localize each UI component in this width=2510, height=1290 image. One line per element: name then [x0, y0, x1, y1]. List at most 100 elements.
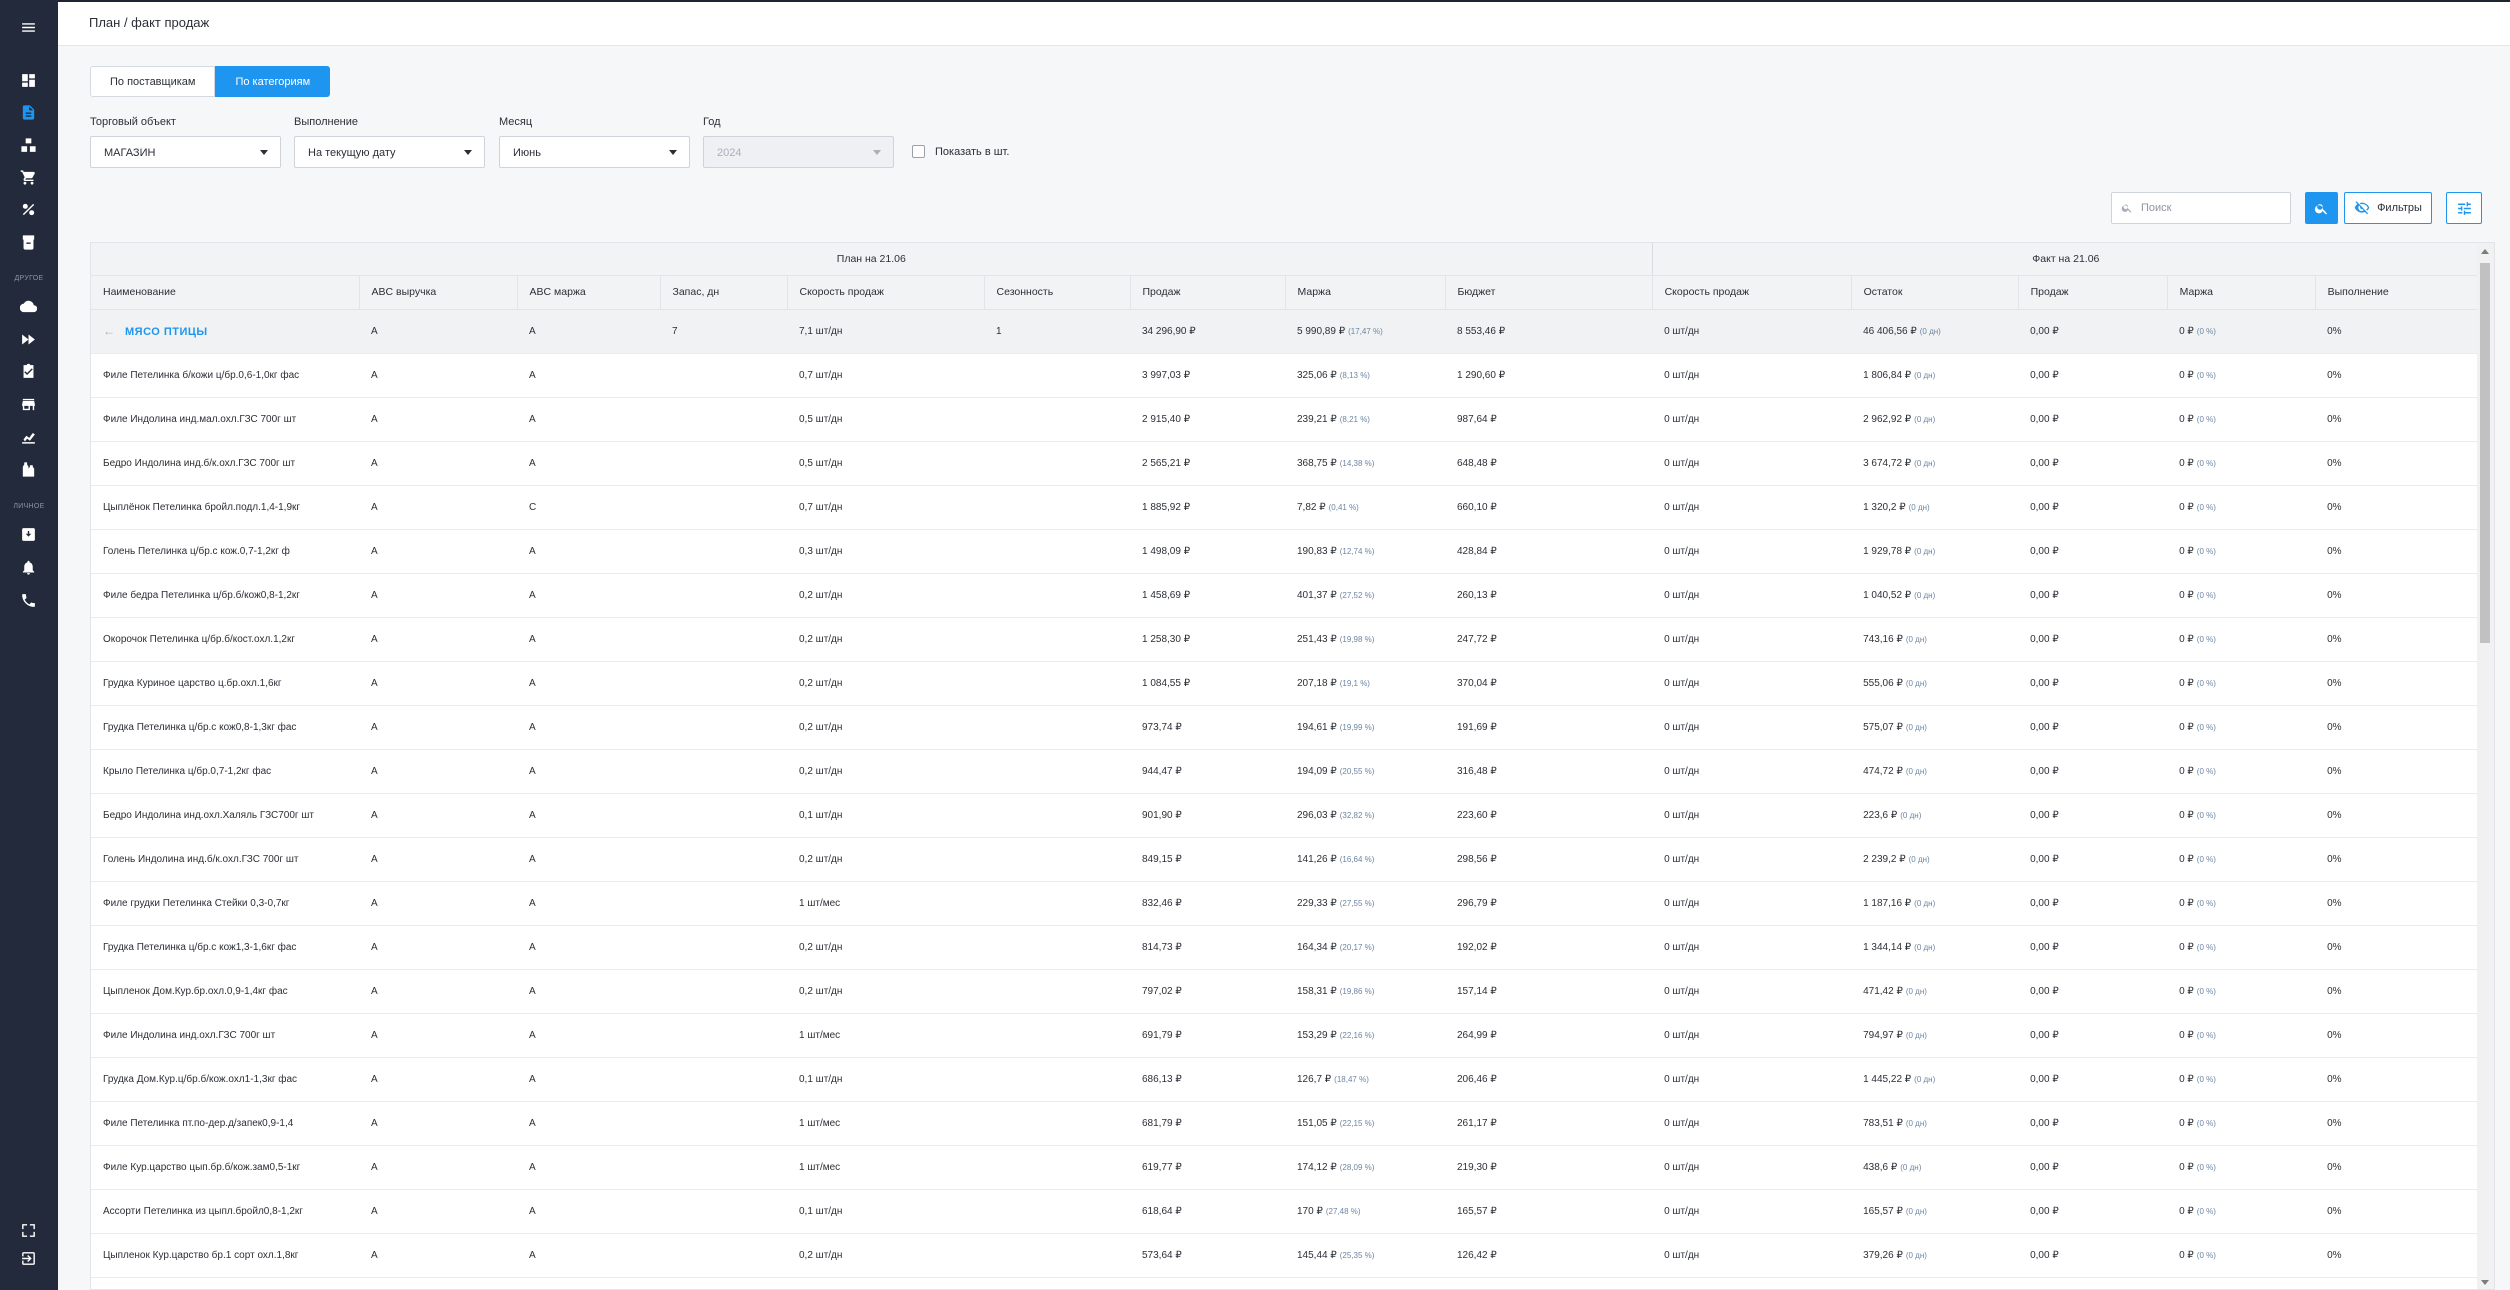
table-row[interactable]: Филе бедра Петелинка ц/бр.б/кож0,8-1,2кг… [91, 573, 2480, 618]
cell-value: 368,75 ₽ [1297, 457, 1337, 469]
bell-icon[interactable] [15, 554, 41, 580]
cell: 555,06 ₽ (0 дн) [1851, 661, 2019, 706]
logout-icon[interactable] [15, 1245, 41, 1271]
search-button[interactable] [2305, 192, 2338, 224]
percent-icon[interactable] [15, 196, 41, 222]
table-row[interactable]: Филе Индолина инд.охл.ГЗС 700г шт A A 1 шт/… [91, 1013, 2480, 1058]
bottles-icon[interactable] [15, 456, 41, 482]
clipboard-check-icon[interactable] [15, 358, 41, 384]
search-input[interactable] [2141, 202, 2281, 214]
column-header[interactable]: ABC выручка [359, 275, 518, 310]
cell: 618,64 ₽ [1130, 1189, 1285, 1234]
delivery-icon[interactable] [15, 326, 41, 352]
cell [984, 441, 1130, 486]
arrow-left-icon[interactable]: ← [103, 324, 115, 338]
suppliers-toggle-button[interactable]: По поставщикам [90, 66, 216, 97]
table-row[interactable]: Грудка Петелинка ц/бр.с кож1,3-1,6кг фас… [91, 925, 2480, 970]
cell: 34 296,90 ₽ [1130, 309, 1285, 354]
scroll-up-icon[interactable] [2481, 249, 2489, 254]
category-row[interactable]: ← МЯСО ПТИЦЫ A A 7 7,1 шт/дн 1 34 296,90 … [91, 309, 2480, 354]
table-row[interactable]: Грудка Петелинка ц/бр.с кож0,8-1,3кг фас… [91, 705, 2480, 750]
month-select[interactable]: Июнь [499, 136, 690, 168]
table-row[interactable]: Цыплёнок Петелинка бройл.подл.1,4-1,9кг A… [91, 485, 2480, 530]
cell: A [517, 573, 660, 618]
scrollbar-thumb[interactable] [2480, 263, 2490, 643]
category-name[interactable]: МЯСО ПТИЦЫ [125, 326, 208, 338]
cell: 660,10 ₽ [1445, 485, 1653, 530]
table-row[interactable]: Бедро Индолина инд.б/к.охл.ГЗС 700г шт A A… [91, 441, 2480, 486]
column-header[interactable]: Остаток [1851, 275, 2019, 310]
table-row[interactable]: Филе Индолина инд.мал.охл.ГЗС 700г шт A A 0… [91, 397, 2480, 442]
fullscreen-icon[interactable] [15, 1217, 41, 1243]
column-header[interactable]: Продаж [2018, 275, 2168, 310]
column-header[interactable]: Наименование [91, 275, 360, 310]
dashboard-icon[interactable] [15, 67, 41, 93]
table-row[interactable]: Ассорти Петелинка из цыпл.бройл0,8-1,2кг… [91, 1189, 2480, 1234]
column-header[interactable]: Сезонность [984, 275, 1131, 310]
table-row[interactable]: Грудка Куриное царство ц.бр.охл.1,6кг A A 0… [91, 661, 2480, 706]
cell: 681,79 ₽ [1130, 1101, 1285, 1146]
fact-group-header: Факт на 21.06 [1651, 243, 2480, 276]
cell [984, 397, 1130, 442]
document-icon[interactable] [15, 99, 41, 125]
cell: A [359, 353, 517, 398]
cell: 194,09 ₽ (20,55 %) [1285, 749, 1445, 794]
cell: 0 ₽ (0 %) [2167, 529, 2316, 574]
cell: 8 553,46 ₽ [1445, 309, 1653, 354]
column-header[interactable]: Скорость продаж [1652, 275, 1852, 310]
cell: 0% [2315, 397, 2480, 442]
table-row[interactable]: Голень Индолина инд.б/к.охл.ГЗС 700г шт A… [91, 837, 2480, 882]
cell [660, 837, 787, 882]
show-pieces-checkbox[interactable]: Показать в шт. [912, 145, 1009, 158]
column-header[interactable]: Скорость продаж [787, 275, 985, 310]
menu-icon[interactable] [15, 14, 41, 40]
table-row[interactable]: Голень Петелинка ц/бр.с кож.0,7-1,2кг фA… [91, 529, 2480, 574]
column-header[interactable]: Маржа [1285, 275, 1446, 310]
boxes-icon[interactable] [15, 132, 41, 158]
cell: 7,82 ₽ (0,41 %) [1285, 485, 1445, 530]
table-row[interactable]: Окорочок Петелинка ц/бр.б/кост.охл.1,2кг… [91, 617, 2480, 662]
checkbox-box[interactable] [912, 145, 925, 158]
inbox-icon[interactable] [15, 521, 41, 547]
table-row[interactable]: Бедро Индолина инд.охл.Халяль ГЗС700г шт… [91, 793, 2480, 838]
phone-icon[interactable] [15, 587, 41, 613]
cell-days: (0 дн) [1908, 502, 1930, 512]
cell [984, 793, 1130, 838]
table-row[interactable]: Крыло Петелинка ц/бр.0,7-1,2кг фас A A 0,2 … [91, 749, 2480, 794]
table-row[interactable]: Филе Кур.царство цып.бр.б/кож.зам0,5-1кг… [91, 1145, 2480, 1190]
scroll-down-icon[interactable] [2481, 1280, 2489, 1285]
product-name-cell: Бедро Индолина инд.охл.Халяль ГЗС700г шт [91, 793, 359, 838]
table-row[interactable]: Филе Петелинка б/кожи ц/бр.0,6-1,0кг фас… [91, 353, 2480, 398]
store-select[interactable]: МАГАЗИН [90, 136, 281, 168]
vertical-scrollbar[interactable] [2477, 243, 2494, 1289]
search-field[interactable] [2111, 192, 2291, 224]
cloud-icon[interactable] [15, 293, 41, 319]
execution-select[interactable]: На текущую дату [294, 136, 485, 168]
table-row[interactable]: Цыпленок Дом.Кур.бр.охл.0,9-1,4кг фас A A 0… [91, 969, 2480, 1014]
cell: 239,21 ₽ (8,21 %) [1285, 397, 1445, 442]
column-header[interactable]: Маржа [2167, 275, 2316, 310]
column-header[interactable]: Запас, дн [660, 275, 788, 310]
categories-toggle-button[interactable]: По категориям [215, 66, 331, 97]
column-settings-button[interactable] [2446, 192, 2482, 224]
cell: 814,73 ₽ [1130, 925, 1285, 970]
cell: A [517, 705, 660, 750]
column-header[interactable]: Выполнение [2315, 275, 2480, 310]
table-row[interactable]: Филе Петелинка пт.по-дер.д/запек0,9-1,4 A… [91, 1101, 2480, 1146]
table-row[interactable]: Грудка Дом.Кур.ц/бр.б/кож.охл1-1,3кг фас… [91, 1057, 2480, 1102]
analytics-icon[interactable] [15, 423, 41, 449]
cart-icon[interactable] [15, 164, 41, 190]
column-header[interactable]: Продаж [1130, 275, 1286, 310]
table-row[interactable]: Филе грудки Петелинка Стейки 0,3-0,7кг A A… [91, 881, 2480, 926]
category-name-cell[interactable]: ← МЯСО ПТИЦЫ [91, 309, 359, 354]
cell: 901,90 ₽ [1130, 793, 1285, 838]
product-name-cell: Голень Индолина инд.б/к.охл.ГЗС 700г шт [91, 837, 359, 882]
column-header[interactable]: ABC маржа [517, 275, 661, 310]
store-icon[interactable] [15, 391, 41, 417]
inventory-icon[interactable] [15, 229, 41, 255]
cell: 260,13 ₽ [1445, 573, 1653, 618]
column-header[interactable]: Бюджет [1445, 275, 1653, 310]
filters-button[interactable]: Фильтры [2344, 192, 2432, 224]
cell-days: (0 дн) [1914, 458, 1936, 468]
table-row[interactable]: Цыпленок Кур.царство бр.1 сорт охл.1,8кг… [91, 1233, 2480, 1278]
